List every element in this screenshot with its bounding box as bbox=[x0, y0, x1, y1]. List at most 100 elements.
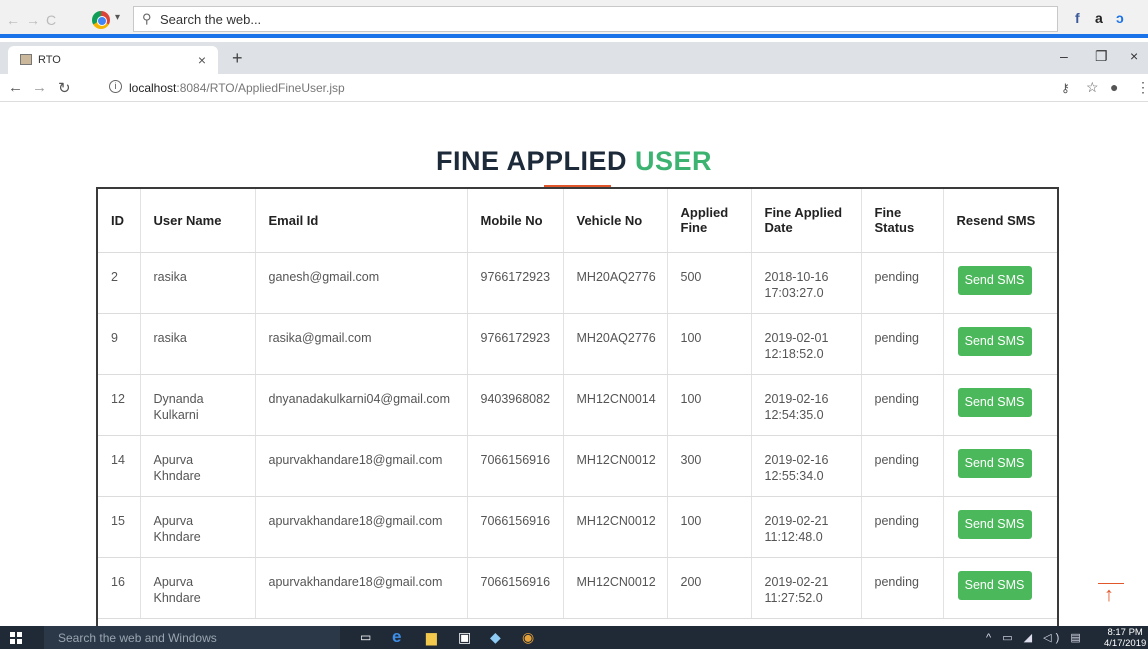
facebook-icon[interactable]: f bbox=[1075, 10, 1080, 26]
url-host: localhost bbox=[129, 81, 177, 95]
taskbar-search-input[interactable]: Search the web and Windows bbox=[44, 626, 340, 649]
profile-icon[interactable]: ● bbox=[1110, 79, 1118, 95]
col-header-email: Email Id bbox=[255, 189, 468, 253]
cell-date: 2019-02-21 11:27:52.0 bbox=[751, 557, 862, 619]
tab-title: RTO bbox=[38, 54, 61, 66]
cell-fine: 100 bbox=[667, 496, 752, 558]
cell-vehicle: MH12CN0012 bbox=[563, 496, 668, 558]
cell-vehicle: MH12CN0012 bbox=[563, 557, 668, 619]
amazon-icon[interactable]: a bbox=[1095, 10, 1103, 26]
fine-table-container[interactable]: ID User Name Email Id Mobile No Vehicle … bbox=[96, 187, 1059, 627]
cell-email: apurvakhandare18@gmail.com bbox=[255, 435, 468, 497]
col-header-user-name: User Name bbox=[140, 189, 256, 253]
cell-status: pending bbox=[861, 313, 944, 375]
chevron-down-icon[interactable]: ▾ bbox=[115, 12, 120, 23]
cell-mobile: 7066156916 bbox=[467, 557, 564, 619]
url-field[interactable]: localhost:8084/RTO/AppliedFineUser.jsp bbox=[129, 81, 345, 95]
cell-fine: 100 bbox=[667, 374, 752, 436]
col-header-fine-date: Fine Applied Date bbox=[751, 189, 862, 253]
cell-mobile: 7066156916 bbox=[467, 435, 564, 497]
page-title-accent: USER bbox=[635, 146, 713, 176]
col-header-applied-fine: Applied Fine bbox=[667, 189, 752, 253]
task-view-icon[interactable]: ▭ bbox=[360, 630, 371, 644]
cell-action: Send SMS bbox=[943, 435, 1057, 497]
cell-id: 16 bbox=[98, 557, 141, 619]
tab-rto[interactable]: RTO × bbox=[8, 46, 218, 74]
cell-action: Send SMS bbox=[943, 252, 1057, 314]
cell-date: 2019-02-16 12:54:35.0 bbox=[751, 374, 862, 436]
table-row: 2 rasika ganesh@gmail.com 9766172923 MH2… bbox=[98, 252, 1057, 314]
send-sms-button[interactable]: Send SMS bbox=[957, 387, 1032, 417]
send-sms-button[interactable]: Send SMS bbox=[957, 509, 1032, 539]
close-tab-icon[interactable]: × bbox=[198, 52, 206, 68]
cell-status: pending bbox=[861, 435, 944, 497]
arrow-up-icon: ↑ bbox=[1104, 584, 1114, 606]
table-header-row: ID User Name Email Id Mobile No Vehicle … bbox=[98, 189, 1057, 253]
back-to-top-button[interactable]: ↑ bbox=[1098, 583, 1124, 607]
bookmark-star-icon[interactable]: ☆ bbox=[1086, 79, 1099, 96]
restore-button[interactable]: ❐ bbox=[1095, 48, 1108, 65]
table-row: 15 Apurva Khndare apurvakhandare18@gmail… bbox=[98, 496, 1057, 558]
tab-strip: RTO × + – ❐ × bbox=[0, 42, 1148, 74]
menu-icon[interactable]: ⋮ bbox=[1136, 79, 1148, 96]
back-icon[interactable]: ← bbox=[8, 79, 23, 96]
send-sms-button[interactable]: Send SMS bbox=[957, 326, 1032, 356]
cell-fine: 300 bbox=[667, 435, 752, 497]
cell-email: dnyanadakulkarni04@gmail.com bbox=[255, 374, 468, 436]
windows-start-icon[interactable] bbox=[10, 632, 22, 644]
table-row: 16 Apurva Khndare apurvakhandare18@gmail… bbox=[98, 557, 1057, 619]
reload-icon[interactable]: ↻ bbox=[58, 79, 71, 97]
web-search-input[interactable]: ⚲ Search the web... bbox=[133, 6, 1058, 32]
key-icon[interactable]: ⚷ bbox=[1061, 81, 1070, 95]
close-window-button[interactable]: × bbox=[1130, 48, 1138, 64]
cell-email: rasika@gmail.com bbox=[255, 313, 468, 375]
cell-mobile: 9766172923 bbox=[467, 313, 564, 375]
store-icon[interactable]: ▣ bbox=[458, 629, 471, 646]
search-toolbar: ←→C ▾ ⚲ Search the web... f a ↄ bbox=[0, 0, 1148, 38]
minimize-button[interactable]: – bbox=[1060, 48, 1068, 64]
cell-email: apurvakhandare18@gmail.com bbox=[255, 496, 468, 558]
cell-user-name: Apurva Khndare bbox=[140, 557, 256, 619]
send-sms-button[interactable]: Send SMS bbox=[957, 448, 1032, 478]
send-sms-button[interactable]: Send SMS bbox=[957, 570, 1032, 600]
edge-browser-icon[interactable]: e bbox=[392, 627, 401, 647]
cell-status: pending bbox=[861, 557, 944, 619]
cell-mobile: 9766172923 bbox=[467, 252, 564, 314]
send-sms-button[interactable]: Send SMS bbox=[957, 265, 1032, 295]
cell-id: 2 bbox=[98, 252, 141, 314]
col-header-resend-sms: Resend SMS bbox=[943, 189, 1057, 253]
taskbar: Search the web and Windows ▭ e ▆ ▣ ◆ ◉ ^… bbox=[0, 626, 1148, 649]
cell-user-name: rasika bbox=[140, 252, 256, 314]
cell-email: ganesh@gmail.com bbox=[255, 252, 468, 314]
fine-applied-table: ID User Name Email Id Mobile No Vehicle … bbox=[98, 189, 1057, 619]
cell-user-name: Dynanda Kulkarni bbox=[140, 374, 256, 436]
extension-icon[interactable]: ↄ bbox=[1116, 10, 1124, 26]
cell-user-name: rasika bbox=[140, 313, 256, 375]
cell-date: 2019-02-21 11:12:48.0 bbox=[751, 496, 862, 558]
chrome-taskbar-icon[interactable]: ◉ bbox=[522, 629, 534, 646]
app-cube-icon[interactable]: ◆ bbox=[490, 629, 501, 646]
cell-fine: 200 bbox=[667, 557, 752, 619]
cell-vehicle: MH20AQ2776 bbox=[563, 313, 668, 375]
cell-date: 2019-02-01 12:18:52.0 bbox=[751, 313, 862, 375]
cell-action: Send SMS bbox=[943, 557, 1057, 619]
system-tray-icons[interactable]: ^ ▭ ◢ ◁) ▤ bbox=[986, 631, 1085, 644]
table-row: 14 Apurva Khndare apurvakhandare18@gmail… bbox=[98, 435, 1057, 497]
clock-date: 4/17/2019 bbox=[1104, 638, 1147, 649]
col-header-id: ID bbox=[98, 189, 141, 253]
toolbar-nav-icons[interactable]: ←→C bbox=[6, 12, 62, 28]
page-title: FINE APPLIED USER bbox=[0, 146, 1148, 177]
forward-icon[interactable]: → bbox=[32, 79, 47, 96]
chrome-icon[interactable] bbox=[92, 11, 110, 29]
cell-date: 2019-02-16 12:55:34.0 bbox=[751, 435, 862, 497]
site-info-icon[interactable]: i bbox=[109, 80, 122, 93]
cell-action: Send SMS bbox=[943, 313, 1057, 375]
cell-action: Send SMS bbox=[943, 374, 1057, 436]
cell-user-name: Apurva Khndare bbox=[140, 496, 256, 558]
system-clock[interactable]: 8:17 PM 4/17/2019 bbox=[1104, 627, 1146, 649]
file-explorer-icon[interactable]: ▆ bbox=[426, 629, 437, 646]
search-icon: ⚲ bbox=[142, 11, 152, 26]
cell-status: pending bbox=[861, 252, 944, 314]
cell-id: 12 bbox=[98, 374, 141, 436]
new-tab-button[interactable]: + bbox=[232, 48, 243, 69]
